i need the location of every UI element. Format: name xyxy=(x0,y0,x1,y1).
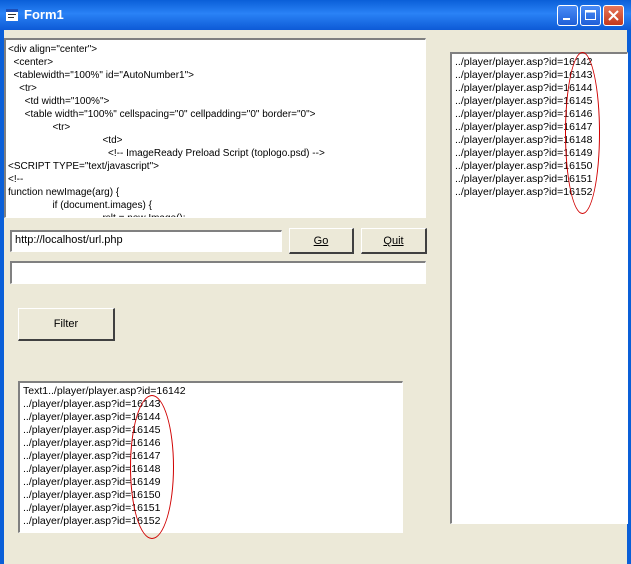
list-item[interactable]: ../player/player.asp?id=16144 xyxy=(23,411,399,424)
minimize-icon xyxy=(563,18,570,20)
list-item[interactable]: ../player/player.asp?id=16149 xyxy=(23,476,399,489)
list-item[interactable]: ../player/player.asp?id=16146 xyxy=(23,437,399,450)
list-item[interactable]: Text1../player/player.asp?id=16142 xyxy=(23,385,399,398)
source-line: <SCRIPT TYPE="text/javascript"> xyxy=(8,161,159,172)
maximize-button[interactable] xyxy=(580,5,601,26)
go-button-label: Go xyxy=(313,235,329,247)
list-item[interactable]: ../player/player.asp?id=16150 xyxy=(455,160,624,173)
source-line: if (document.images) { xyxy=(8,200,152,211)
list-item[interactable]: ../player/player.asp?id=16152 xyxy=(23,515,399,528)
list-item[interactable]: ../player/player.asp?id=16147 xyxy=(23,450,399,463)
list-item[interactable]: ../player/player.asp?id=16148 xyxy=(23,463,399,476)
list-item[interactable]: ../player/player.asp?id=16147 xyxy=(455,121,624,134)
list-item[interactable]: ../player/player.asp?id=16145 xyxy=(455,95,624,108)
go-button[interactable]: Go xyxy=(289,228,354,254)
source-line: <!-- ImageReady Preload Script (toplogo.… xyxy=(8,148,325,159)
link-results-list[interactable]: ../player/player.asp?id=16142 ../player/p… xyxy=(450,52,628,524)
list-item[interactable]: ../player/player.asp?id=16148 xyxy=(455,134,624,147)
minimize-button[interactable] xyxy=(557,5,578,26)
source-line: <table width="100%" cellspacing="0" cell… xyxy=(8,109,316,120)
url-input[interactable]: http://localhost/url.php xyxy=(10,230,282,252)
source-line: function newImage(arg) { xyxy=(8,187,120,198)
list-item[interactable]: ../player/player.asp?id=16142 xyxy=(455,56,624,69)
source-line: <tr> xyxy=(8,122,71,133)
title-bar[interactable]: Form1 xyxy=(0,0,631,30)
quit-button[interactable]: Quit xyxy=(361,228,427,254)
quit-button-label: Quit xyxy=(383,235,404,247)
list-item[interactable]: ../player/player.asp?id=16144 xyxy=(455,82,624,95)
source-textbox[interactable]: <div align="center"> <center> <tablewidt… xyxy=(4,38,426,218)
list-item[interactable]: ../player/player.asp?id=16152 xyxy=(455,186,624,199)
source-line: <td> xyxy=(8,135,123,146)
maximize-icon xyxy=(585,10,596,20)
filter-button-label: Filter xyxy=(53,318,79,330)
close-button[interactable] xyxy=(603,5,624,26)
secondary-textbox[interactable] xyxy=(10,261,426,284)
list-item[interactable]: ../player/player.asp?id=16143 xyxy=(455,69,624,82)
source-line: <!-- xyxy=(8,174,24,185)
list-item[interactable]: ../player/player.asp?id=16143 xyxy=(23,398,399,411)
form-icon xyxy=(6,9,18,21)
filter-button[interactable]: Filter xyxy=(18,308,115,341)
source-line: <tr> xyxy=(8,83,37,94)
filter-results-list[interactable]: Text1../player/player.asp?id=16142 ../pla… xyxy=(18,381,403,533)
list-item[interactable]: ../player/player.asp?id=16146 xyxy=(455,108,624,121)
list-item[interactable]: ../player/player.asp?id=16151 xyxy=(455,173,624,186)
list-item[interactable]: ../player/player.asp?id=16151 xyxy=(23,502,399,515)
source-line: <center> xyxy=(8,57,54,68)
close-icon xyxy=(608,10,619,21)
source-line: rslt = new Image(); xyxy=(8,212,423,217)
source-line: <div align="center"> xyxy=(8,44,98,55)
window-title: Form1 xyxy=(24,7,64,22)
source-line: <tablewidth="100%" id="AutoNumber1"> xyxy=(8,70,194,81)
list-item[interactable]: ../player/player.asp?id=16149 xyxy=(455,147,624,160)
list-item[interactable]: ../player/player.asp?id=16145 xyxy=(23,424,399,437)
source-line: <td width="100%"> xyxy=(8,96,110,107)
list-item[interactable]: ../player/player.asp?id=16150 xyxy=(23,489,399,502)
